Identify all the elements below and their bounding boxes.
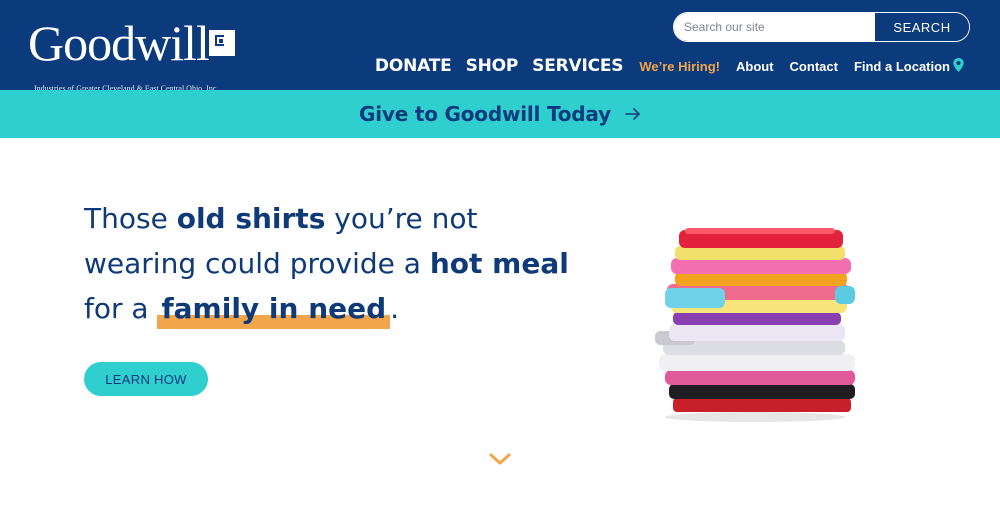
map-pin-icon [953, 58, 964, 72]
hero-headline: Those old shirts you’re not wearing coul… [84, 196, 604, 331]
nav-find-location-label: Find a Location [853, 59, 950, 74]
nav-hiring[interactable]: We’re Hiring! [639, 59, 720, 74]
site-search: SEARCH [673, 12, 970, 42]
nav-shop[interactable]: SHOP [466, 56, 519, 76]
nav-contact[interactable]: Contact [790, 59, 838, 74]
chevron-down-icon[interactable] [488, 451, 512, 467]
site-header: Goodwill Industries of Greater Cleveland… [0, 0, 1000, 93]
search-button[interactable]: SEARCH [875, 13, 969, 41]
hero-text-part: wearing could provide a [84, 247, 430, 280]
hero-line-1: Those old shirts you’re not [84, 196, 604, 241]
hero-text-part: Those [84, 202, 177, 235]
hero-text-part: you’re not [325, 202, 478, 235]
main-navigation: DONATE SHOP SERVICES We’re Hiring! About… [375, 56, 964, 76]
give-today-link: Give to Goodwill Today [359, 102, 611, 126]
hero-emphasis-hot-meal: hot meal [429, 247, 569, 280]
hero-emphasis-old-shirts: old shirts [176, 202, 326, 235]
hero-text-part: for a [84, 292, 158, 325]
nav-services[interactable]: SERVICES [532, 56, 623, 76]
give-today-banner[interactable]: Give to Goodwill Today [0, 90, 1000, 138]
hero-line-2: wearing could provide a hot meal [84, 241, 604, 286]
hero-text-part: . [390, 292, 400, 325]
goodwill-logo[interactable]: Goodwill Industries of Greater Cleveland… [28, 15, 238, 93]
learn-how-button[interactable]: LEARN HOW [84, 362, 208, 396]
hero-highlight-family-in-need: family in need [157, 286, 390, 331]
goodwill-face-icon [209, 30, 235, 56]
search-input[interactable] [674, 13, 875, 41]
nav-donate[interactable]: DONATE [375, 56, 452, 76]
arrow-right-icon [625, 108, 640, 120]
logo-wordmark: Goodwill [28, 15, 210, 71]
nav-find-location[interactable]: Find a Location [854, 58, 964, 74]
nav-about[interactable]: About [736, 59, 774, 74]
folded-shirts-image [655, 228, 855, 422]
hero-line-3: for a family in need. [84, 286, 604, 331]
